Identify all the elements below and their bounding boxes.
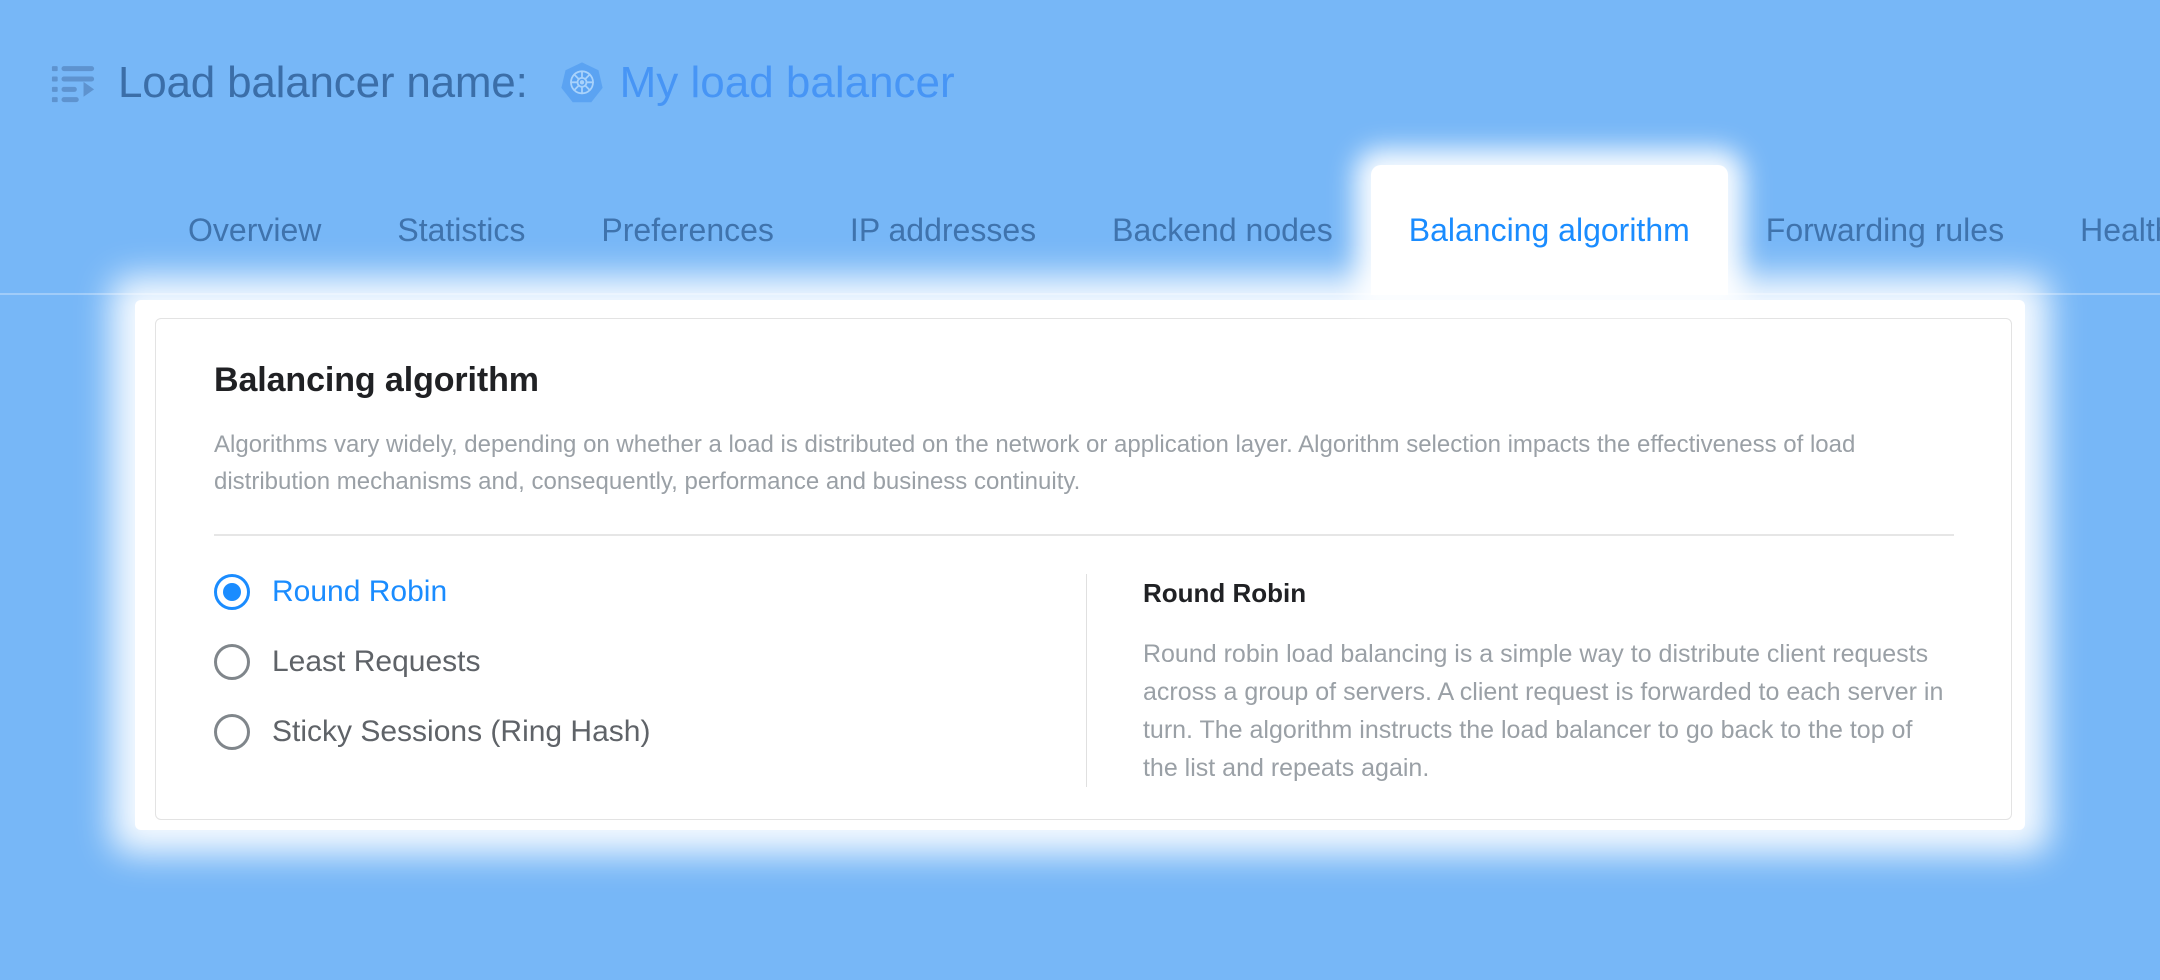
tab-statistics[interactable]: Statistics — [359, 165, 563, 295]
radio-button-icon[interactable] — [214, 574, 250, 610]
card-divider — [214, 534, 1954, 536]
page-title: Load balancer name: — [118, 57, 528, 107]
radio-button-icon[interactable] — [214, 714, 250, 750]
radio-option-label: Round Robin — [272, 575, 448, 608]
list-indent-decrease-icon[interactable] — [50, 60, 96, 106]
tab-ip-addresses[interactable]: IP addresses — [812, 165, 1074, 295]
algorithm-detail-panel: Round Robin Round robin load balancing i… — [1143, 574, 1953, 787]
radio-option-least-requests[interactable]: Least Requests — [214, 644, 1086, 680]
detail-title: Round Robin — [1142, 578, 1307, 608]
page-header: Load balancer name: My load balancer — [0, 0, 2160, 165]
card-title: Balancing algorithm — [214, 361, 539, 399]
radio-option-sticky-sessions[interactable]: Sticky Sessions (Ring Hash) — [214, 714, 1086, 750]
detail-description: Round robin load balancing is a simple w… — [1142, 640, 1944, 782]
balancing-algorithm-card: Balancing algorithm Algorithms vary wide… — [155, 318, 2012, 820]
tab-list: Overview Statistics Preferences IP addre… — [150, 165, 2160, 295]
radio-button-icon[interactable] — [214, 644, 250, 680]
vertical-divider — [1086, 574, 1087, 787]
card-body: Round Robin Least Requests Sticky Sessio… — [214, 574, 1953, 787]
radio-option-round-robin[interactable]: Round Robin — [214, 574, 1086, 610]
radio-option-label: Least Requests — [272, 645, 481, 678]
tab-preferences[interactable]: Preferences — [563, 165, 812, 295]
tab-health-checks[interactable]: Health — [2042, 165, 2160, 295]
load-balancer-name[interactable]: My load balancer — [620, 58, 955, 108]
app-page: Load balancer name: My load balancer Ove… — [0, 0, 2160, 980]
tab-overview[interactable]: Overview — [150, 165, 359, 295]
kubernetes-icon — [560, 61, 603, 102]
tab-backend-nodes[interactable]: Backend nodes — [1074, 165, 1371, 295]
tab-bar: Overview Statistics Preferences IP addre… — [0, 165, 2160, 295]
radio-option-label: Sticky Sessions (Ring Hash) — [272, 715, 651, 748]
algorithm-radio-group: Round Robin Least Requests Sticky Sessio… — [214, 574, 1086, 787]
tab-balancing-algorithm[interactable]: Balancing algorithm — [1370, 165, 1728, 295]
card-description: Algorithms vary widely, depending on whe… — [214, 431, 1856, 495]
load-balancer-identity: My load balancer — [560, 58, 955, 108]
tab-forwarding-rules[interactable]: Forwarding rules — [1728, 165, 2042, 295]
